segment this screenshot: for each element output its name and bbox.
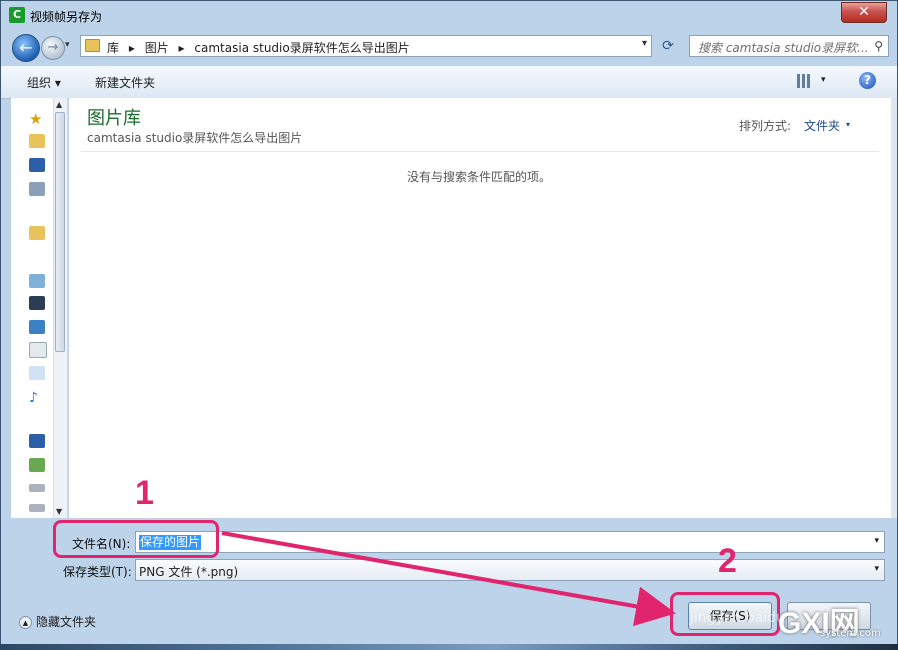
command-toolbar: 组织 ▾ 新建文件夹 ▾ ? — [1, 65, 897, 99]
file-list-pane[interactable]: 图片库 camtasia studio录屏软件怎么导出图片 排列方式: 文件夹 … — [69, 98, 891, 518]
help-icon[interactable]: ? — [859, 72, 876, 89]
view-options-icon[interactable] — [797, 74, 811, 88]
library-title: 图片库 — [87, 108, 141, 129]
scroll-down-icon[interactable]: ▼ — [56, 507, 62, 516]
step-2-marker: 2 — [718, 542, 737, 580]
folder-icon[interactable] — [29, 226, 45, 240]
step-1-marker: 1 — [135, 474, 154, 512]
folder-icon[interactable] — [29, 134, 45, 148]
folder-icon — [85, 39, 100, 52]
forward-button[interactable]: → — [41, 36, 65, 60]
hide-folders-toggle[interactable]: ▲ 隐藏文件夹 — [19, 613, 96, 630]
window-title: 视频帧另存为 — [30, 10, 103, 24]
network-icon[interactable] — [29, 182, 45, 196]
back-button[interactable]: ← — [12, 34, 40, 62]
chevron-down-icon[interactable]: ▾ — [874, 536, 879, 546]
gxi-watermark-domain: system.com — [820, 628, 881, 639]
chevron-up-icon[interactable]: ▲ — [19, 616, 32, 629]
baidu-watermark: jingyan.baidu — [690, 610, 785, 626]
music-icon[interactable]: ♪ — [29, 390, 45, 406]
drive-icon[interactable] — [29, 504, 45, 512]
organize-menu[interactable]: 组织 ▾ — [27, 74, 61, 91]
breadcrumb-separator[interactable]: ▸ — [129, 41, 135, 55]
address-dropdown-icon[interactable]: ▾ — [642, 38, 647, 49]
filename-field[interactable]: 保存的图片 ▾ — [135, 531, 885, 553]
breadcrumb-separator[interactable]: ▸ — [179, 41, 185, 55]
chevron-down-icon[interactable]: ▾ — [846, 120, 850, 129]
refresh-icon[interactable]: ⟳ — [657, 38, 679, 54]
filetype-label: 保存类型(T): — [63, 565, 132, 579]
video-icon[interactable] — [29, 296, 45, 310]
hide-folders-label[interactable]: 隐藏文件夹 — [36, 615, 96, 629]
search-icon[interactable]: ⚲ — [874, 39, 883, 53]
address-bar[interactable]: 库 ▸ 图片 ▸ camtasia studio录屏软件怎么导出图片 ▾ — [80, 35, 652, 57]
drive-icon[interactable] — [29, 484, 45, 492]
search-input[interactable]: 搜索 camtasia studio录屏软... — [698, 39, 868, 56]
star-icon[interactable]: ★ — [29, 110, 45, 128]
library-subtitle: camtasia studio录屏软件怎么导出图片 — [87, 131, 303, 145]
title-bar: C 视频帧另存为 ✕ — [1, 1, 897, 31]
empty-results-message: 没有与搜索条件匹配的项。 — [407, 170, 552, 184]
breadcrumb-pictures[interactable]: 图片 — [145, 41, 169, 55]
navigation-pane: ★ ♪ ▲ ▼ — [11, 98, 68, 518]
desktop-icon[interactable] — [29, 158, 45, 172]
breadcrumb-library[interactable]: 库 — [107, 41, 119, 55]
scroll-up-icon[interactable]: ▲ — [56, 100, 62, 109]
filetype-value[interactable]: PNG 文件 (*.png) — [139, 563, 238, 580]
view-dropdown-icon[interactable]: ▾ — [821, 75, 826, 85]
arrange-by-dropdown[interactable]: 文件夹 — [804, 117, 840, 134]
navigation-bar: ← → ▾ 库 ▸ 图片 ▸ camtasia studio录屏软件怎么导出图片… — [1, 31, 897, 65]
close-button[interactable]: ✕ — [841, 2, 887, 23]
breadcrumb-current-folder[interactable]: camtasia studio录屏软件怎么导出图片 — [194, 41, 409, 55]
drive-icon[interactable] — [29, 458, 45, 472]
pictures-icon[interactable] — [29, 320, 45, 334]
recent-pages-dropdown[interactable]: ▾ — [65, 40, 70, 50]
library-icon[interactable] — [29, 274, 45, 288]
documents-icon[interactable] — [29, 342, 47, 358]
chevron-down-icon[interactable]: ▾ — [874, 564, 879, 574]
computer-icon[interactable] — [29, 434, 45, 448]
filetype-select[interactable]: PNG 文件 (*.png) ▾ — [135, 559, 885, 581]
arrange-by-label: 排列方式: — [739, 119, 792, 133]
header-divider — [81, 151, 879, 152]
navigation-scrollbar[interactable]: ▲ ▼ — [53, 98, 67, 518]
scroll-thumb[interactable] — [55, 112, 65, 352]
content-scrollbar[interactable] — [891, 98, 897, 518]
search-box[interactable]: 搜索 camtasia studio录屏软... ⚲ — [689, 35, 889, 57]
documents-icon[interactable] — [29, 366, 45, 380]
highlight-filename — [53, 520, 219, 558]
breadcrumb: 库 ▸ 图片 ▸ camtasia studio录屏软件怎么导出图片 — [107, 39, 416, 56]
new-folder-button[interactable]: 新建文件夹 — [95, 74, 155, 91]
camtasia-app-icon: C — [9, 7, 25, 23]
